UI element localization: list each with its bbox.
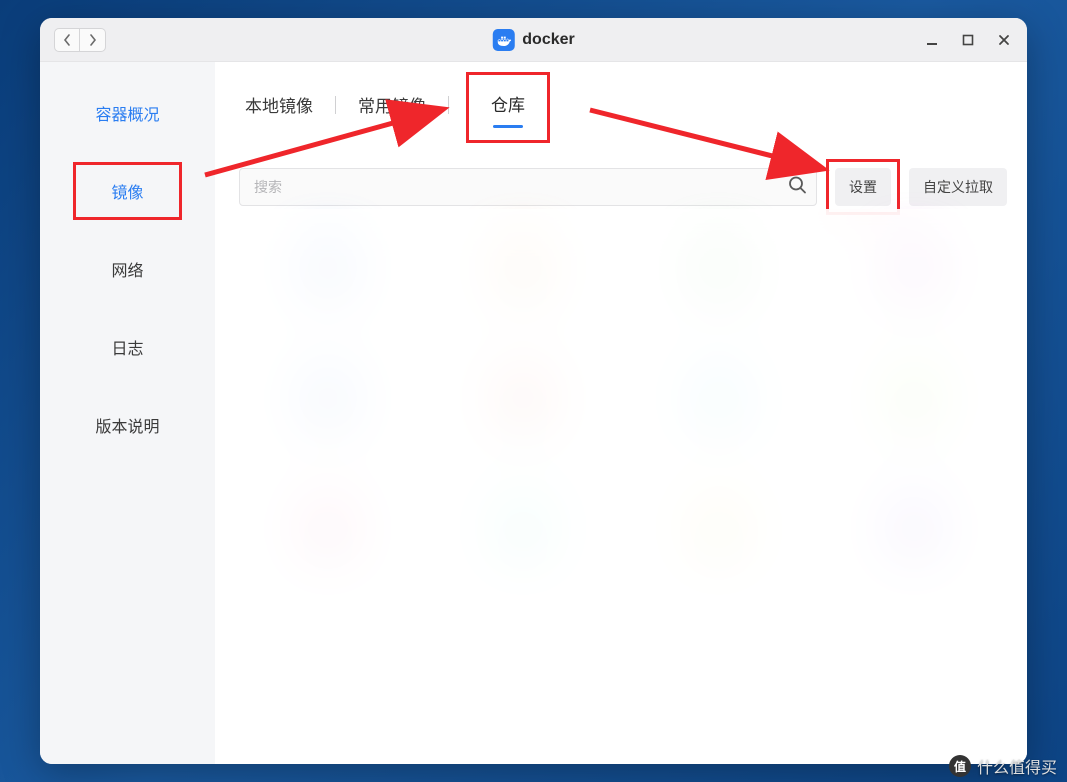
tab-repository[interactable]: 仓库 — [491, 83, 525, 124]
blur-overlay — [215, 209, 1027, 764]
sidebar-item-container-overview[interactable]: 容器概况 — [40, 84, 215, 142]
sidebar-item-logs[interactable]: 日志 — [40, 318, 215, 376]
tab-bar: 本地镜像 常用镜像 仓库 — [215, 62, 1027, 141]
custom-pull-button[interactable]: 自定义拉取 — [909, 168, 1007, 206]
sidebar-item-version-notes[interactable]: 版本说明 — [40, 396, 215, 454]
search-box — [239, 168, 817, 206]
chevron-left-icon — [63, 34, 71, 46]
main-panel: 本地镜像 常用镜像 仓库 — [215, 62, 1027, 764]
titlebar: docker — [40, 18, 1027, 62]
sidebar-item-images[interactable]: 镜像 — [73, 162, 182, 220]
sidebar-item-network[interactable]: 网络 — [40, 240, 215, 298]
sidebar-item-label: 镜像 — [111, 179, 143, 203]
watermark: 值 什么值得买 — [949, 754, 1057, 778]
watermark-badge: 值 — [949, 755, 971, 777]
sidebar: 容器概况 镜像 网络 日志 版本说明 — [40, 62, 215, 764]
search-icon[interactable] — [787, 175, 807, 200]
watermark-text: 什么值得买 — [977, 754, 1057, 778]
minimize-button[interactable] — [923, 31, 941, 49]
tab-label: 仓库 — [491, 96, 525, 115]
search-input[interactable] — [239, 168, 817, 206]
tab-common-images[interactable]: 常用镜像 — [358, 84, 426, 125]
annotation-highlight-settings: 设置 — [826, 159, 900, 215]
annotation-highlight-tab: 仓库 — [466, 72, 550, 143]
sidebar-item-label: 版本说明 — [95, 413, 159, 437]
tab-label: 本地镜像 — [245, 97, 313, 116]
window-controls — [923, 31, 1013, 49]
forward-button[interactable] — [80, 28, 106, 52]
app-window: docker 容器概况 镜像 网络 日志 — [40, 18, 1027, 764]
tab-label: 常用镜像 — [358, 97, 426, 116]
close-button[interactable] — [995, 31, 1013, 49]
divider — [448, 96, 449, 114]
back-button[interactable] — [54, 28, 80, 52]
maximize-button[interactable] — [959, 31, 977, 49]
nav-button-group — [54, 28, 106, 52]
content-area: 容器概况 镜像 网络 日志 版本说明 本地镜像 常用镜像 — [40, 62, 1027, 764]
chevron-right-icon — [89, 34, 97, 46]
toolbar: 设置 自定义拉取 — [215, 141, 1027, 209]
sidebar-item-label: 网络 — [111, 257, 143, 281]
sidebar-item-label: 日志 — [111, 335, 143, 359]
sidebar-item-label: 容器概况 — [95, 101, 159, 125]
divider — [335, 96, 336, 114]
app-title: docker — [522, 31, 574, 49]
docker-icon — [492, 29, 514, 51]
settings-button[interactable]: 设置 — [835, 168, 891, 206]
results-area — [215, 209, 1027, 764]
title-group: docker — [492, 29, 574, 51]
tab-local-images[interactable]: 本地镜像 — [245, 84, 313, 125]
